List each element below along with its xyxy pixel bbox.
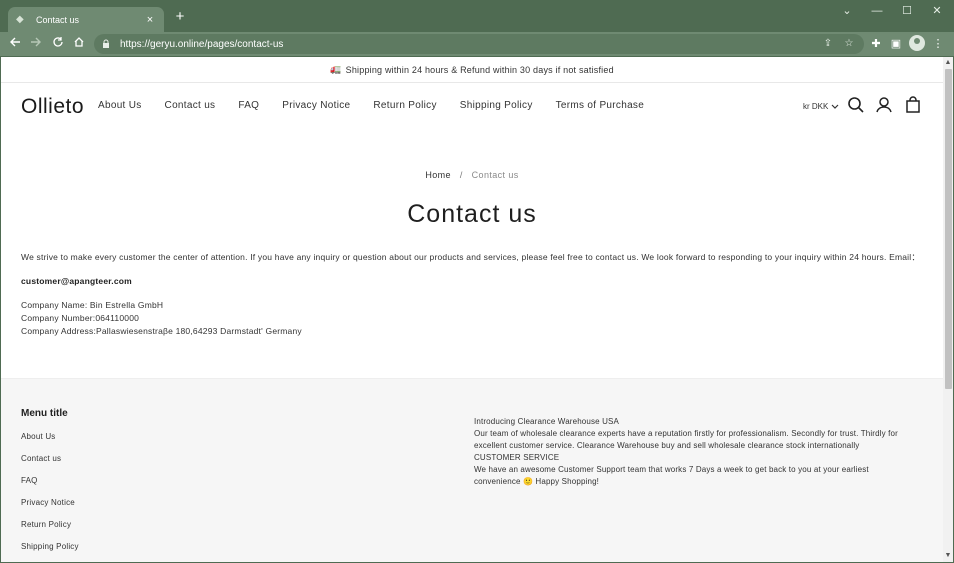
- chevron-down-icon: [831, 104, 839, 109]
- site-logo[interactable]: Ollieto: [21, 95, 84, 119]
- company-number: Company Number:064110000: [21, 313, 140, 323]
- company-address: Company Address:Pallaswiesenstraβe 180,6…: [21, 326, 302, 336]
- tab-title: Contact us: [36, 14, 80, 25]
- profile-avatar-icon[interactable]: [909, 35, 925, 51]
- currency-selector[interactable]: kr DKK: [803, 102, 839, 111]
- browser-toolbar: https://geryu.online/pages/contact-us ⇪ …: [0, 32, 954, 56]
- footer-link-return-policy[interactable]: Return Policy: [21, 520, 79, 542]
- site-footer: Menu title About Us Contact us FAQ Priva…: [1, 378, 943, 562]
- footer-customer-service-body: We have an awesome Customer Support team…: [474, 465, 869, 486]
- footer-about: Introducing Clearance Warehouse USA Our …: [474, 416, 914, 488]
- company-name: Company Name: Bin Estrella GmbH: [21, 300, 164, 310]
- forward-icon[interactable]: [27, 35, 45, 53]
- page-scrollbar[interactable]: ▲ ▼: [943, 57, 953, 562]
- new-tab-button[interactable]: +: [172, 8, 188, 26]
- truck-icon: 🚛: [330, 64, 342, 74]
- tab-search-icon[interactable]: ⌄: [836, 2, 858, 20]
- site-header: Ollieto About Us Contact us FAQ Privacy …: [1, 84, 943, 130]
- url-text: https://geryu.online/pages/contact-us: [120, 38, 284, 50]
- announcement-bar: 🚛 Shipping within 24 hours & Refund with…: [1, 57, 943, 83]
- scroll-down-arrow-icon[interactable]: ▼: [944, 552, 952, 560]
- nav-privacy-notice[interactable]: Privacy Notice: [282, 100, 350, 111]
- nav-contact-us[interactable]: Contact us: [165, 100, 216, 111]
- browser-tab-bar: ◆ Contact us × + ⌄ — ☐ ✕: [0, 0, 954, 32]
- footer-menu: About Us Contact us FAQ Privacy Notice R…: [21, 432, 79, 562]
- menu-kebab-icon[interactable]: ⋮: [929, 35, 947, 53]
- back-icon[interactable]: [6, 35, 24, 53]
- browser-tab[interactable]: ◆ Contact us ×: [8, 7, 164, 32]
- page-title: Contact us: [407, 200, 537, 228]
- contact-content: We strive to make every customer the cen…: [21, 251, 921, 338]
- page-viewport: 🚛 Shipping within 24 hours & Refund with…: [1, 57, 943, 562]
- company-info: Company Name: Bin Estrella GmbH Company …: [21, 299, 921, 338]
- currency-label: kr DKK: [803, 102, 829, 111]
- breadcrumb: Home / Contact us: [1, 170, 943, 180]
- footer-link-about-us[interactable]: About Us: [21, 432, 79, 454]
- footer-customer-service-heading: CUSTOMER SERVICE: [474, 453, 560, 462]
- scroll-up-arrow-icon[interactable]: ▲: [944, 59, 952, 67]
- breadcrumb-current: Contact us: [471, 170, 519, 180]
- footer-link-faq[interactable]: FAQ: [21, 476, 79, 498]
- contact-intro: We strive to make every customer the cen…: [21, 252, 921, 262]
- nav-terms-of-purchase[interactable]: Terms of Purchase: [556, 100, 644, 111]
- search-icon[interactable]: [846, 95, 866, 115]
- nav-return-policy[interactable]: Return Policy: [373, 100, 436, 111]
- page-favicon-icon: ◆: [16, 13, 24, 25]
- footer-about-heading: Introducing Clearance Warehouse USA: [474, 417, 620, 426]
- maximize-button[interactable]: ☐: [896, 2, 918, 20]
- footer-link-privacy-notice[interactable]: Privacy Notice: [21, 498, 79, 520]
- footer-menu-title: Menu title: [21, 408, 68, 419]
- contact-email[interactable]: customer@apangteer.com: [21, 276, 921, 286]
- account-icon[interactable]: [874, 95, 894, 115]
- tab-close-icon[interactable]: ×: [144, 14, 156, 26]
- home-icon[interactable]: [70, 35, 88, 53]
- breadcrumb-separator: /: [459, 170, 463, 180]
- breadcrumb-home[interactable]: Home: [425, 170, 451, 180]
- nav-faq[interactable]: FAQ: [238, 100, 259, 111]
- cart-icon[interactable]: [903, 95, 923, 115]
- nav-shipping-policy[interactable]: Shipping Policy: [460, 100, 533, 111]
- footer-link-contact-us[interactable]: Contact us: [21, 454, 79, 476]
- address-bar[interactable]: https://geryu.online/pages/contact-us ⇪ …: [94, 34, 864, 54]
- scrollbar-thumb[interactable]: [945, 69, 952, 389]
- announcement-text: Shipping within 24 hours & Refund within…: [345, 64, 614, 75]
- footer-link-shipping-policy[interactable]: Shipping Policy: [21, 542, 79, 562]
- bookmark-star-icon[interactable]: ☆: [841, 34, 857, 54]
- nav-about-us[interactable]: About Us: [98, 100, 142, 111]
- minimize-button[interactable]: —: [866, 2, 888, 20]
- reload-icon[interactable]: [49, 35, 67, 53]
- share-icon[interactable]: ⇪: [820, 34, 836, 54]
- footer-about-body: Our team of wholesale clearance experts …: [474, 429, 898, 450]
- close-window-button[interactable]: ✕: [926, 2, 948, 20]
- side-panel-icon[interactable]: ▣: [887, 35, 905, 53]
- main-nav: About Us Contact us FAQ Privacy Notice R…: [98, 100, 667, 111]
- lock-icon: [102, 39, 112, 49]
- extensions-icon[interactable]: ✚: [867, 35, 885, 53]
